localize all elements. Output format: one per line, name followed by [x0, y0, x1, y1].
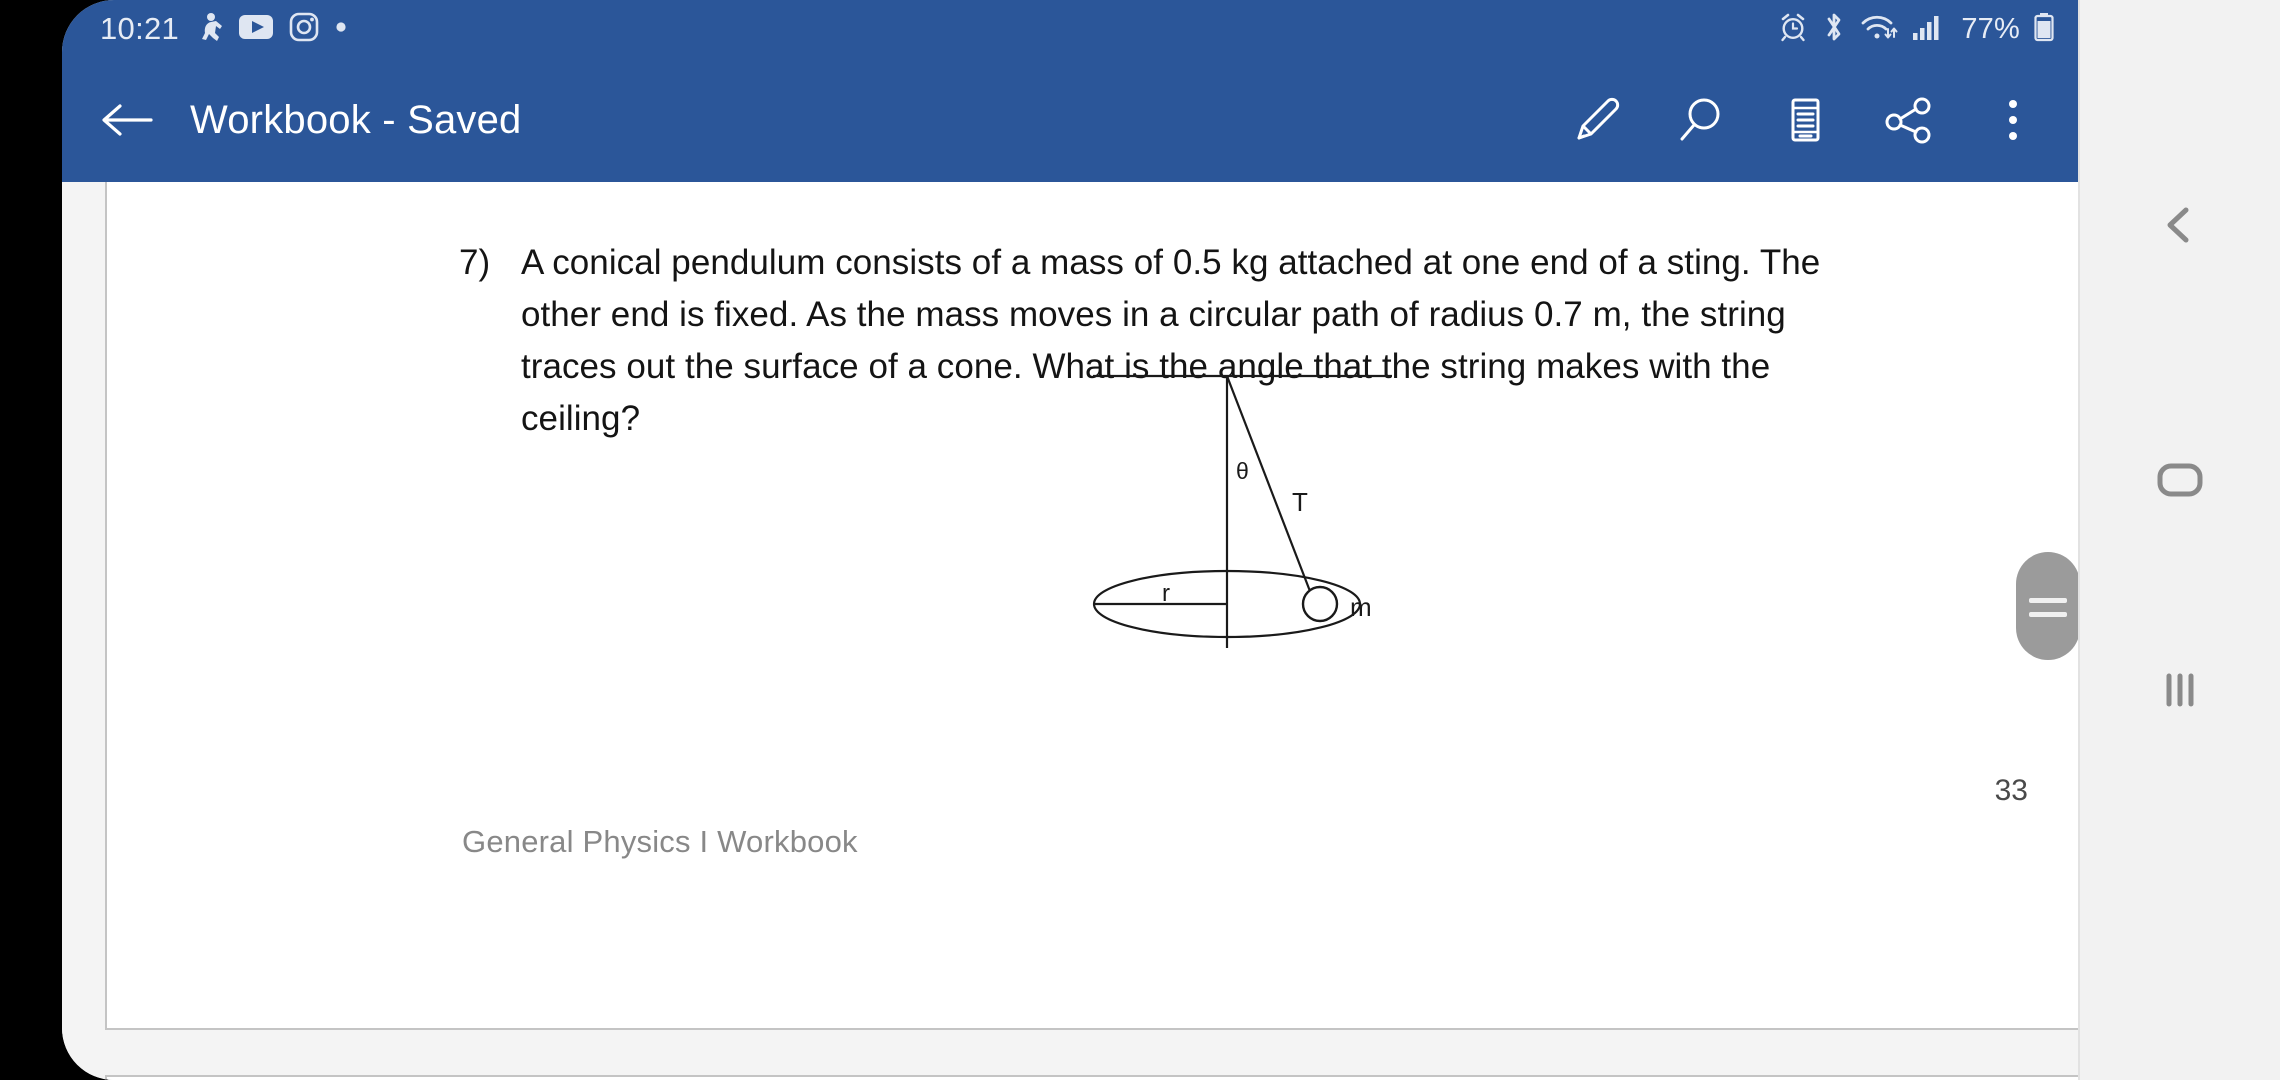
back-button[interactable] [90, 83, 164, 157]
phone-screen: 10:21 77% Workbook - Saved 7) A conical … [62, 0, 2280, 1080]
pencil-icon [1577, 97, 1620, 140]
back-arrow-icon [102, 104, 153, 136]
pedometer-icon [197, 12, 223, 47]
scrollbar-grip-line [2029, 612, 2067, 617]
page-footer: General Physics I Workbook [462, 824, 858, 859]
nav-home-button[interactable] [2080, 420, 2280, 540]
tension-label: T [1292, 487, 1308, 517]
battery-icon [2034, 12, 2054, 47]
edit-button[interactable] [1562, 85, 1632, 155]
dot-icon [335, 20, 347, 38]
more-options-button[interactable] [1978, 85, 2048, 155]
bluetooth-icon [1822, 11, 1846, 48]
mass-bob [1301, 585, 1339, 623]
status-bar: 10:21 77% [62, 0, 2080, 58]
mass-label: m [1350, 592, 1372, 622]
scrollbar-thumb[interactable] [2016, 552, 2080, 660]
next-document-page [105, 1075, 2080, 1080]
battery-percent-label: 77% [1961, 12, 2020, 45]
conical-pendulum-diagram: θ T r m [1037, 354, 1507, 694]
radius-label: r [1162, 580, 1170, 607]
page-number: 33 [1994, 774, 2028, 807]
status-bar-left-icons [197, 12, 347, 47]
app-bar-actions [1562, 85, 2058, 155]
chevron-left-icon [2167, 207, 2189, 243]
wifi-icon [1860, 12, 1898, 47]
search-button[interactable] [1666, 85, 1736, 155]
reading-view-button[interactable] [1770, 85, 1840, 155]
document-view-icon [1791, 98, 1820, 142]
nav-recents-button[interactable] [2080, 630, 2280, 750]
question-number: 7) [459, 243, 491, 282]
nav-back-button[interactable] [2080, 165, 2280, 285]
app-bar: Workbook - Saved [62, 58, 2080, 182]
overflow-menu-icon [2009, 100, 2017, 140]
scrollbar-grip-line [2029, 598, 2067, 603]
angle-label: θ [1236, 458, 1249, 484]
share-icon [1885, 97, 1931, 144]
youtube-icon [239, 14, 274, 45]
share-button[interactable] [1874, 85, 1944, 155]
magnifier-icon [1680, 98, 1720, 141]
document-viewer[interactable]: b) What is the normal force exerted by t… [62, 182, 2080, 1080]
status-bar-right-icons: 77% [1778, 0, 2054, 58]
rounded-square-icon [2157, 463, 2203, 497]
document-page: b) What is the normal force exerted by t… [105, 182, 2080, 1030]
android-nav-bar [2078, 0, 2280, 1080]
three-bars-icon [2166, 673, 2194, 707]
status-bar-clock: 10:21 [100, 11, 180, 46]
app-title: Workbook - Saved [190, 97, 522, 142]
cellular-signal-icon [1912, 13, 1942, 46]
instagram-icon [289, 12, 319, 47]
alarm-icon [1778, 12, 1808, 47]
